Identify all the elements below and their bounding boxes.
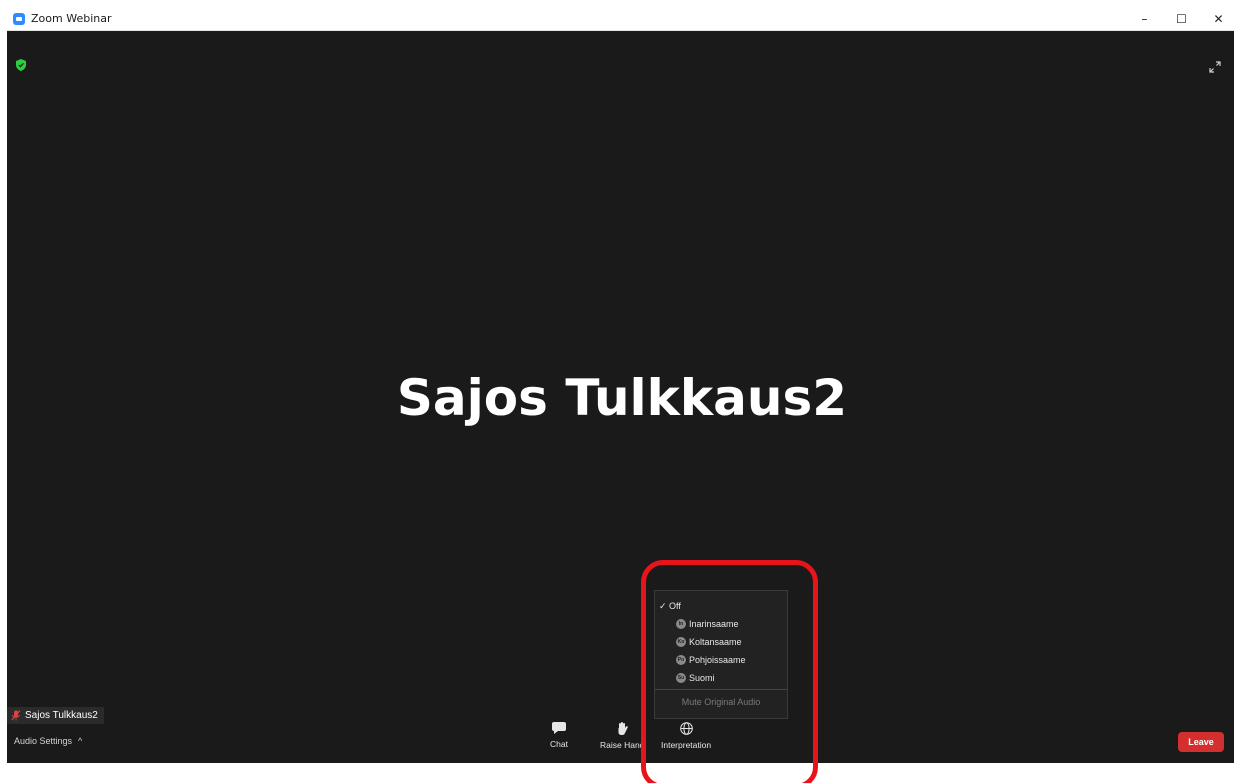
language-label: Koltansaame [689, 637, 742, 647]
language-badge: Ko [676, 637, 686, 647]
raise-hand-button[interactable]: Raise Hand [600, 722, 644, 750]
audio-settings-label: Audio Settings [14, 736, 73, 746]
window-titlebar: Zoom Webinar – ☐ ✕ [7, 7, 1234, 31]
name-tag-label: Sajos Tulkkaus2 [25, 710, 98, 721]
language-badge: Su [676, 673, 686, 683]
audio-settings-button[interactable]: Audio Settings ^ [14, 736, 82, 746]
check-icon: ✓ [659, 600, 667, 611]
fullscreen-icon[interactable] [1209, 61, 1221, 73]
interpretation-menu: ✓ Off In Inarinsaame Ko Koltansaame Po P… [654, 590, 788, 719]
language-badge: Po [676, 655, 686, 665]
language-label: Suomi [689, 673, 715, 683]
shield-icon[interactable] [16, 59, 26, 71]
minimize-button[interactable]: – [1126, 7, 1163, 30]
globe-icon [679, 722, 693, 735]
language-label: Inarinsaame [689, 619, 739, 629]
chat-icon [551, 722, 566, 734]
language-badge: In [676, 619, 686, 629]
window-title: Zoom Webinar [31, 12, 112, 25]
language-label: Pohjoissaame [689, 655, 746, 665]
interpretation-button[interactable]: Interpretation [661, 722, 711, 750]
zoom-app-icon [13, 12, 25, 25]
chevron-up-icon: ^ [78, 736, 83, 746]
raise-hand-icon [618, 722, 628, 735]
menu-item-language[interactable]: Po Pohjoissaame [676, 653, 746, 667]
chat-label: Chat [550, 739, 568, 749]
menu-item-language[interactable]: In Inarinsaame [676, 617, 739, 631]
leave-button[interactable]: Leave [1178, 732, 1224, 752]
active-speaker-name: Sajos Tulkkaus2 [396, 369, 848, 427]
menu-divider [655, 689, 787, 690]
menu-item-off[interactable]: ✓ Off [655, 599, 681, 613]
menu-item-language[interactable]: Ko Koltansaame [676, 635, 742, 649]
maximize-button[interactable]: ☐ [1163, 7, 1200, 30]
raise-hand-label: Raise Hand [600, 740, 645, 750]
video-area: Sajos Tulkkaus2 Sajos Tulkkaus2 Audio Se… [7, 31, 1234, 763]
window-controls: – ☐ ✕ [1126, 7, 1234, 30]
participant-name-tag: Sajos Tulkkaus2 [7, 707, 104, 724]
mute-original-audio-option[interactable]: Mute Original Audio [655, 697, 787, 707]
close-button[interactable]: ✕ [1200, 7, 1234, 30]
menu-item-off-label: Off [669, 601, 681, 611]
chat-button[interactable]: Chat [550, 722, 568, 749]
menu-item-language[interactable]: Su Suomi [676, 671, 715, 685]
interpretation-label: Interpretation [661, 740, 712, 750]
muted-mic-icon [11, 710, 21, 721]
